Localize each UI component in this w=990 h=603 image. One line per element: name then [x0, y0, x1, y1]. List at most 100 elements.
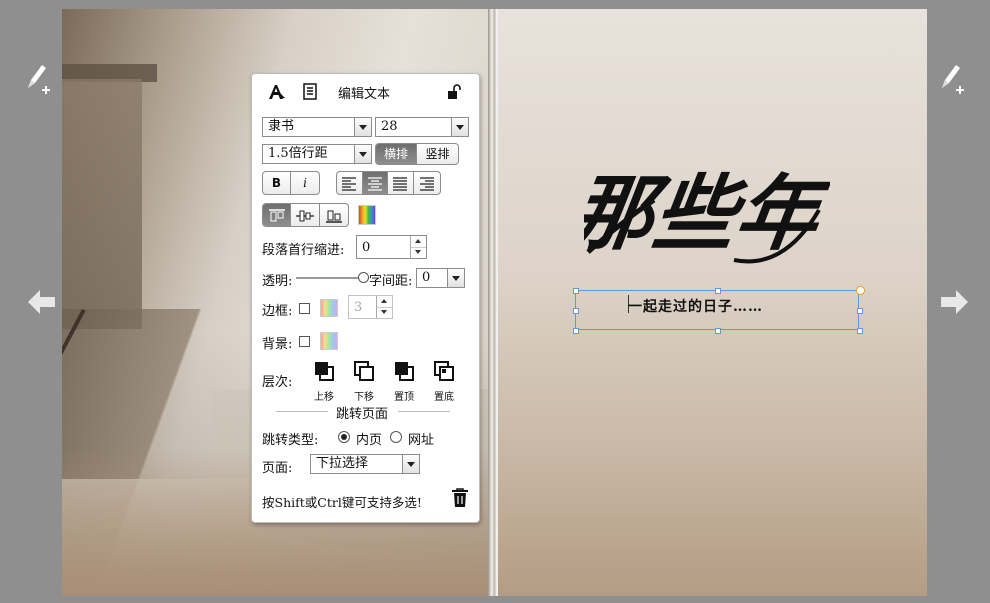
vertical-text-button[interactable]: 竖排 — [417, 144, 458, 164]
chevron-down-icon[interactable] — [451, 118, 468, 136]
layer-top-label: 置顶 — [394, 392, 414, 403]
line-spacing-value: 1.5倍行距 — [268, 146, 328, 161]
valign-bottom-button[interactable] — [320, 204, 348, 226]
align-left-icon — [342, 177, 357, 191]
valign-top-button[interactable] — [263, 204, 292, 226]
border-width-value: 3 — [354, 300, 363, 315]
rotate-handle[interactable] — [856, 286, 865, 295]
background-checkbox[interactable] — [299, 336, 310, 347]
horizontal-text-button[interactable]: 横排 — [376, 144, 418, 164]
opacity-slider-track[interactable] — [296, 277, 364, 279]
layer-top-icon — [395, 362, 414, 381]
opacity-label: 透明: — [262, 274, 293, 289]
unlock-icon[interactable] — [447, 84, 461, 100]
indent-down-icon[interactable] — [411, 247, 426, 258]
valign-middle-button[interactable] — [291, 204, 320, 226]
selected-text[interactable]: 一起走过的日子…… — [628, 296, 763, 316]
cover-title-art[interactable]: 那些年 — [584, 150, 830, 275]
divider-left — [276, 411, 328, 412]
align-justify-button[interactable] — [388, 172, 414, 194]
resize-handle-n[interactable] — [715, 288, 721, 294]
next-page-arrow-icon[interactable] — [940, 290, 968, 314]
italic-button[interactable]: i — [291, 172, 319, 194]
align-center-icon — [367, 177, 382, 191]
font-size-select[interactable]: 28 — [375, 117, 469, 137]
multi-select-hint: 按Shift或Ctrl键可支持多选! — [262, 495, 422, 510]
prev-page-arrow-icon[interactable] — [28, 290, 56, 314]
chevron-down-icon[interactable] — [402, 455, 419, 473]
align-left-button[interactable] — [337, 172, 363, 194]
bold-button[interactable]: B — [263, 172, 292, 194]
panel-title: 编辑文本 — [338, 87, 391, 102]
border-down-icon[interactable] — [377, 307, 392, 318]
text-color-swatch[interactable] — [358, 205, 376, 225]
cover-title-text: 那些年 — [584, 166, 830, 262]
layer-bottom-icon — [434, 361, 454, 381]
alignment-group — [336, 171, 441, 195]
layer-up-button[interactable]: 上移 — [306, 360, 342, 403]
font-size-value: 28 — [381, 119, 398, 134]
letter-spacing-value: 0 — [422, 270, 431, 285]
trash-icon[interactable] — [451, 488, 469, 508]
font-family-value: 隶书 — [268, 119, 295, 134]
jump-inner-radio[interactable] — [338, 431, 350, 443]
background-label: 背景: — [262, 337, 293, 352]
layer-down-button[interactable]: 下移 — [346, 360, 382, 403]
jump-type-label: 跳转类型: — [262, 433, 319, 448]
line-spacing-select[interactable]: 1.5倍行距 — [262, 144, 372, 164]
resize-handle-sw[interactable] — [573, 328, 579, 334]
layer-bottom-button[interactable]: 置底 — [426, 360, 462, 403]
chevron-down-icon[interactable] — [447, 269, 464, 287]
page-select[interactable]: 下拉选择 — [310, 454, 420, 474]
text-orientation-toggle: 横排 竖排 — [375, 143, 459, 165]
resize-handle-e[interactable] — [857, 308, 863, 314]
indent-label: 段落首行缩进: — [262, 243, 345, 258]
font-family-select[interactable]: 隶书 — [262, 117, 372, 137]
border-label: 边框: — [262, 304, 293, 319]
layer-down-icon — [354, 361, 374, 381]
layer-top-button[interactable]: 置顶 — [386, 360, 422, 403]
layer-bottom-label: 置底 — [434, 392, 454, 403]
resize-handle-s[interactable] — [715, 328, 721, 334]
jump-url-label: 网址 — [408, 433, 435, 448]
edit-text-panel: 编辑文本 隶书 28 1.5倍行距 横排 竖排 B i 段落首行缩进: 0 透明… — [251, 73, 480, 523]
indent-stepper[interactable]: 0 — [356, 235, 427, 259]
layer-label: 层次: — [262, 375, 293, 390]
align-justify-icon — [393, 177, 408, 191]
letter-spacing-label: 字间距: — [369, 274, 413, 289]
resize-handle-w[interactable] — [573, 308, 579, 314]
page-select-value: 下拉选择 — [316, 456, 369, 471]
page-label: 页面: — [262, 461, 293, 476]
align-right-icon — [419, 177, 434, 191]
jump-inner-label: 内页 — [356, 433, 383, 448]
font-color-icon[interactable] — [268, 84, 286, 100]
layer-down-label: 下移 — [354, 392, 374, 403]
resize-handle-nw[interactable] — [573, 288, 579, 294]
chevron-down-icon[interactable] — [354, 118, 371, 136]
valign-bottom-icon — [325, 210, 342, 223]
align-center-button[interactable] — [362, 172, 389, 194]
indent-value: 0 — [362, 240, 371, 255]
valign-top-icon — [268, 209, 285, 222]
selected-text-box[interactable]: 一起走过的日子…… — [575, 290, 859, 330]
resize-handle-se[interactable] — [857, 328, 863, 334]
jump-url-radio[interactable] — [390, 431, 402, 443]
border-checkbox[interactable] — [299, 303, 310, 314]
layer-up-icon — [315, 362, 334, 381]
vertical-align-group — [262, 203, 349, 227]
layer-up-label: 上移 — [314, 392, 334, 403]
valign-middle-icon — [296, 210, 315, 222]
paste-style-icon[interactable] — [303, 83, 317, 100]
edit-pencil-icon-left[interactable] — [24, 62, 50, 96]
align-right-button[interactable] — [414, 172, 440, 194]
letter-spacing-select[interactable]: 0 — [416, 268, 465, 288]
station-building — [62, 79, 142, 329]
edit-pencil-icon-right[interactable] — [938, 62, 964, 96]
divider-right — [398, 411, 450, 412]
background-color-swatch[interactable] — [320, 332, 338, 350]
opacity-slider-thumb[interactable] — [358, 272, 369, 283]
jump-section-title: 跳转页面 — [336, 407, 389, 422]
chevron-down-icon[interactable] — [354, 145, 371, 163]
border-width-stepper[interactable]: 3 — [348, 295, 393, 319]
border-color-swatch[interactable] — [320, 299, 338, 317]
